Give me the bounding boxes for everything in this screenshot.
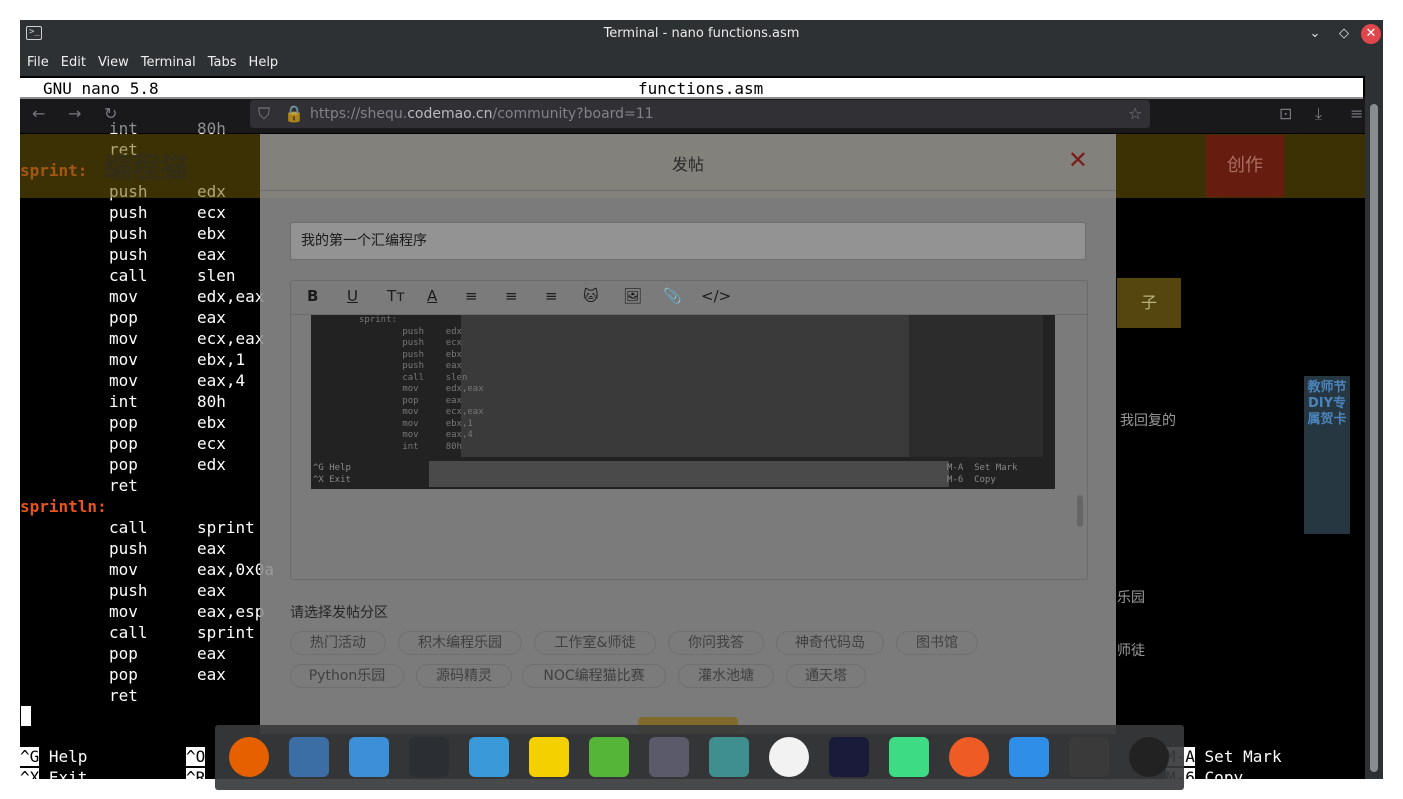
menu-terminal[interactable]: Terminal [141, 48, 196, 78]
files-icon[interactable] [349, 737, 389, 777]
minimize-icon[interactable]: ⌄ [1305, 24, 1325, 44]
code-operands: eax,0x0a [197, 560, 275, 579]
nano-filename: functions.asm [638, 79, 764, 98]
menu-file[interactable]: File [27, 48, 49, 78]
code-operands: eax [197, 308, 226, 327]
code-operands: ebx,1 [197, 350, 246, 369]
code-instruction: pop [109, 455, 138, 474]
menu-tabs[interactable]: Tabs [208, 48, 237, 78]
code-operands: 80h [197, 119, 226, 138]
intellij-icon[interactable] [829, 737, 869, 777]
code-instruction: push [109, 581, 148, 600]
browser-icon[interactable] [469, 737, 509, 777]
title-bar: >_ Terminal - nano functions.asm ⌄ ◇ ✕ [20, 20, 1383, 48]
qq-icon[interactable] [529, 737, 569, 777]
code-operands: slen [197, 266, 236, 285]
code-operands: edx [197, 455, 226, 474]
shortcut-exit[interactable]: ^X Exit [20, 767, 87, 779]
terminal-window: >_ Terminal - nano functions.asm ⌄ ◇ ✕ F… [20, 20, 1383, 779]
maximize-icon[interactable]: ◇ [1334, 24, 1354, 44]
code-instruction: pop [109, 644, 138, 663]
media-icon[interactable] [709, 737, 749, 777]
screenshot-icon[interactable] [649, 737, 689, 777]
code-instruction: push [109, 182, 148, 201]
code-instruction: push [109, 539, 148, 558]
terminal-scrollbar[interactable] [1365, 76, 1383, 779]
close-icon[interactable]: ✕ [1361, 24, 1381, 44]
code-operands: sprint [197, 518, 255, 537]
postman-icon[interactable] [949, 737, 989, 777]
nano-header: GNU nano 5.8 functions.asm [20, 78, 1363, 99]
code-operands: edx [197, 182, 226, 201]
nano-version: GNU nano 5.8 [43, 79, 159, 98]
shortcut-read-file[interactable]: ^R [186, 767, 206, 779]
code-operands: ecx,eax [197, 329, 265, 348]
code-operands: ecx [197, 203, 226, 222]
scrollbar-thumb[interactable] [1370, 104, 1378, 772]
code-instruction: int [109, 119, 138, 138]
menu-edit[interactable]: Edit [61, 48, 86, 78]
code-operands: edx,eax [197, 287, 265, 306]
firefox-icon[interactable] [229, 737, 269, 777]
code-operands: ecx [197, 434, 226, 453]
code-instruction: call [109, 623, 148, 642]
gimp-icon[interactable] [769, 737, 809, 777]
calculator-icon[interactable] [1069, 737, 1109, 777]
code-operands: eax [197, 245, 226, 264]
terminal-area[interactable]: GNU nano 5.8 functions.asm int 80h ret spri… [20, 76, 1365, 779]
code-instruction: call [109, 518, 148, 537]
code-operands: eax [197, 581, 226, 600]
code-instruction: ret [109, 476, 138, 495]
android-studio-icon[interactable] [889, 737, 929, 777]
code-instruction: push [109, 245, 148, 264]
menu-view[interactable]: View [98, 48, 129, 78]
code-label: sprintln: [20, 497, 107, 516]
app-dock [215, 725, 1184, 790]
text-editor-icon[interactable] [1009, 737, 1049, 777]
code-instruction: pop [109, 308, 138, 327]
code-instruction: pop [109, 434, 138, 453]
menu-help[interactable]: Help [249, 48, 279, 78]
code-instruction: ret [109, 140, 138, 159]
wechat-icon[interactable] [589, 737, 629, 777]
code-operands: ebx [197, 224, 226, 243]
code-instruction: pop [109, 665, 138, 684]
window-title: Terminal - nano functions.asm [603, 26, 800, 41]
code-operands: sprint [197, 623, 255, 642]
music-player-icon[interactable] [1129, 737, 1169, 777]
code-instruction: pop [109, 413, 138, 432]
text-cursor [21, 706, 31, 726]
code-operands: eax [197, 539, 226, 558]
code-instruction: ret [109, 686, 138, 705]
menu-bar: File Edit View Terminal Tabs Help [20, 48, 1383, 76]
code-instruction: mov [109, 602, 138, 621]
code-operands: ebx [197, 413, 226, 432]
shortcut-write-out[interactable]: ^O [186, 746, 206, 767]
code-label: sprint: [20, 161, 88, 180]
settings-icon[interactable] [289, 737, 329, 777]
code-operands: eax,esp [197, 602, 265, 621]
shortcut-help[interactable]: ^G Help [20, 746, 87, 767]
code-operands: 80h [197, 392, 226, 411]
code-operands: eax [197, 665, 226, 684]
terminal-icon[interactable] [409, 737, 449, 777]
code-instruction: push [109, 203, 148, 222]
code-instruction: mov [109, 371, 138, 390]
code-instruction: mov [109, 329, 138, 348]
code-instruction: mov [109, 287, 138, 306]
code-operands: eax [197, 644, 226, 663]
code-operands: eax,4 [197, 371, 246, 390]
code-instruction: mov [109, 350, 138, 369]
code-instruction: call [109, 266, 148, 285]
code-instruction: push [109, 224, 148, 243]
code-instruction: mov [109, 560, 138, 579]
code-instruction: int [109, 392, 138, 411]
